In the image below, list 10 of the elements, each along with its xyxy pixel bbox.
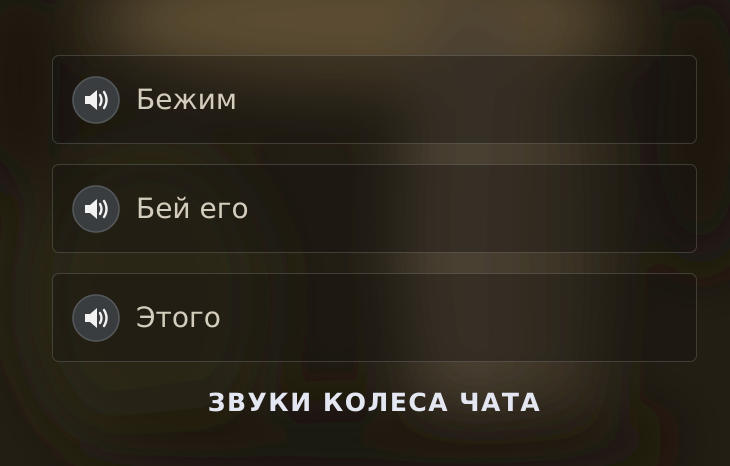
section-title: ЗВУКИ КОЛЕСА ЧАТА [206, 388, 542, 417]
speaker-icon[interactable] [72, 294, 120, 342]
sound-label: Этого [136, 301, 221, 334]
chat-wheel-sound-row[interactable]: Бей его [52, 164, 697, 253]
sound-label: Бей его [136, 192, 249, 225]
speaker-icon[interactable] [72, 184, 120, 232]
chat-wheel-sound-row[interactable]: Этого [52, 273, 697, 362]
chat-wheel-sound-row[interactable]: Бежим [52, 55, 697, 144]
sound-label: Бежим [136, 83, 237, 116]
speaker-icon[interactable] [72, 76, 120, 124]
